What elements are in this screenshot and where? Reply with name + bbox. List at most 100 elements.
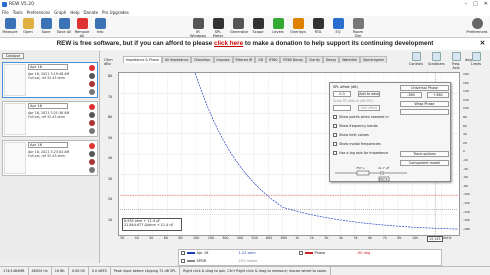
rta-button[interactable]: RTA [310, 18, 326, 34]
eq-button[interactable]: EQ [330, 18, 346, 34]
checkbox-box[interactable] [333, 142, 337, 146]
menu-donate[interactable]: Donate [84, 10, 99, 15]
measurement-card[interactable]: Apr 16 Apr 16, 2021 3:19:48 AM Full cal, r… [2, 62, 98, 98]
levels-button[interactable]: Levels [270, 18, 286, 34]
preferences-button[interactable]: Preferences [466, 18, 488, 34]
tab-distortion[interactable]: Distortion [191, 56, 214, 63]
remove-icon[interactable] [89, 65, 95, 71]
measurement-card[interactable]: Apr 16 Apr 16, 2021 3:23:04 AM Full cal, r… [2, 140, 98, 176]
scrollbars-button[interactable]: Scrollbars [428, 51, 445, 66]
menu-help[interactable]: Help [70, 10, 79, 15]
close-button[interactable]: ✕ [484, 1, 488, 7]
freq-axis-button[interactable]: Freq. Axis [448, 51, 464, 70]
status-item: 16 Bit [52, 267, 69, 275]
save-all-button[interactable]: Save All [56, 18, 72, 34]
tab-impulse[interactable]: Impulse [213, 56, 233, 63]
component-model-diagram [335, 170, 407, 182]
checkbox-box[interactable] [333, 133, 337, 137]
checkbox-box[interactable] [333, 115, 337, 119]
unwrap-phase-button[interactable] [400, 109, 449, 115]
generator-button[interactable]: Generator [230, 18, 248, 34]
universal-phase-button[interactable]: Universal Phase [400, 85, 449, 91]
left-tick-label: 30 [108, 176, 113, 181]
trace-options-button[interactable]: Trace options [400, 151, 449, 157]
open-button[interactable]: Open [20, 18, 36, 34]
measurement-name-input[interactable]: Apr 16 [28, 103, 68, 109]
info-icon[interactable] [89, 120, 95, 126]
tab-waterfall[interactable]: Waterfall [339, 56, 360, 63]
component-model-button[interactable]: Component model [400, 160, 449, 166]
tab-rt60-decay[interactable]: RT60 Decay [280, 56, 307, 63]
measurement-name-input[interactable]: Apr 16 [28, 64, 68, 70]
x-tick-label: 1k [295, 236, 300, 240]
menu-preferences[interactable]: Preferences [27, 10, 51, 15]
add-to-data-button[interactable]: Add to data [358, 91, 380, 97]
checkbox-box[interactable] [333, 124, 337, 128]
scope-button[interactable]: Scope [250, 18, 266, 34]
checkbox-box[interactable] [333, 151, 337, 155]
menu-pro-upgrades[interactable]: Pro Upgrades [102, 10, 129, 15]
legend-row[interactable]: SPDR 222 meter [181, 259, 257, 263]
donate-link[interactable]: click here [214, 40, 243, 47]
lock-icon[interactable] [89, 151, 95, 157]
tab-decay[interactable]: Decay [322, 56, 340, 63]
room-sim-button[interactable]: Room Sim [350, 18, 366, 38]
overlays-button[interactable]: Overlays [290, 18, 306, 34]
legend-checkbox[interactable] [299, 251, 303, 255]
set-offset-button[interactable]: Set offset [358, 105, 380, 111]
minimize-button[interactable]: – [465, 1, 468, 7]
spl-meter-button[interactable]: SPL Meter [210, 18, 226, 38]
info-icon[interactable] [89, 159, 95, 165]
phase-minus-button[interactable]: -360 [400, 92, 422, 98]
limits-button[interactable]: Limits [468, 51, 484, 66]
graph-options-panel: SPL offset (dB) 0.0 Add to data Scale FR… [329, 82, 451, 182]
menu-file[interactable]: File [2, 10, 9, 15]
menu-graph[interactable]: Graph [54, 10, 66, 15]
option-checkbox[interactable]: Show limit values [333, 133, 369, 137]
measurement-name-input[interactable]: Apr 16 [28, 142, 68, 148]
edit-icon[interactable] [89, 167, 95, 173]
tab-impedance-phase[interactable]: Impedance & Phase [123, 56, 162, 63]
right-tick-label: -180 [463, 226, 470, 231]
legend-checkbox[interactable] [181, 259, 185, 263]
tab-spectrogram[interactable]: Spectrogram [359, 56, 388, 63]
controls-button[interactable]: Controls [408, 51, 424, 66]
donation-banner: REW is free software, but if you can aff… [0, 38, 490, 50]
scale-fr-input[interactable] [333, 105, 351, 111]
save-button[interactable]: Save [38, 18, 54, 34]
phase-plus-button[interactable]: +360 [427, 92, 449, 98]
remove-icon[interactable] [89, 143, 95, 149]
info-button[interactable]: Info [92, 18, 108, 34]
ir-windows-button[interactable]: IR Windows [190, 18, 206, 38]
menu-tools[interactable]: Tools [13, 10, 23, 15]
option-checkbox[interactable]: Use a log axis for impedance [333, 151, 388, 155]
legend-row[interactable]: Apr 16 1.22 ohm [181, 251, 256, 255]
option-checkbox[interactable]: Show frequency bands [333, 124, 378, 128]
x-tick-label: 50 [149, 236, 154, 240]
tab-all-impedance[interactable]: All Impedance [161, 56, 192, 63]
tab-rt60[interactable]: RT60 [266, 56, 281, 63]
measure-button[interactable]: Measure [2, 18, 18, 34]
measurement-card[interactable]: Apr 16 Apr 16, 2021 3:21:36 AM Full cal, r… [2, 101, 98, 137]
spl-offset-input[interactable]: 0.0 [333, 91, 351, 97]
remove-all-button[interactable]: Remove All [74, 18, 90, 38]
lock-icon[interactable] [89, 73, 95, 79]
info-icon[interactable] [89, 81, 95, 87]
tab-clarity[interactable]: Clarity [306, 56, 323, 63]
option-checkbox[interactable]: Show points when zoomed in [333, 115, 389, 119]
status-item: Right click & drag to pan, Ctrl+Right cl… [180, 267, 332, 275]
legend-checkbox[interactable] [181, 251, 185, 255]
maximize-button[interactable]: □ [473, 1, 478, 7]
banner-close-icon[interactable]: ✕ [480, 38, 485, 50]
x-tick-label: 600 [266, 236, 273, 240]
tab-gd[interactable]: GD [255, 56, 267, 63]
remove-icon[interactable] [89, 104, 95, 110]
edit-icon[interactable] [89, 89, 95, 95]
lock-icon[interactable] [89, 112, 95, 118]
tab-filtered-ir[interactable]: Filtered IR [232, 56, 256, 63]
edit-icon[interactable] [89, 128, 95, 134]
collapse-button[interactable]: Collapse [2, 53, 24, 59]
legend-row[interactable]: Phase -90 deg [299, 251, 370, 255]
wrap-phase-button[interactable]: Wrap Phase [400, 101, 449, 107]
option-checkbox[interactable]: Show modal frequencies [333, 142, 381, 146]
